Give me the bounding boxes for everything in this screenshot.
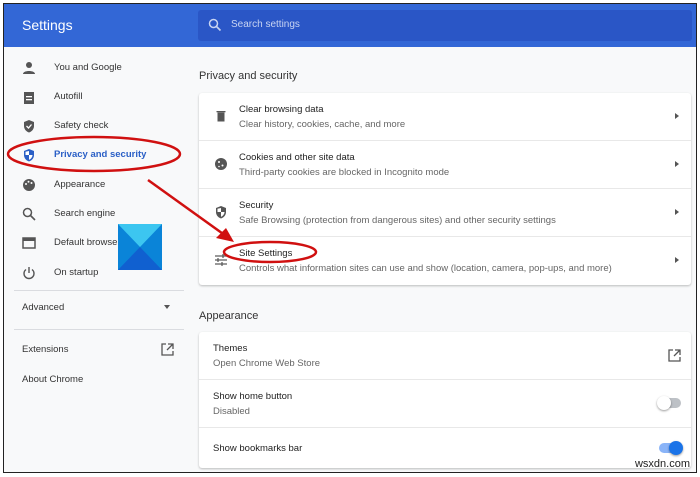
annotation-overlay	[6, 135, 318, 270]
highlight-ellipse-privacy	[6, 135, 182, 173]
settings-window: Settings Search settings You and Google …	[3, 3, 697, 473]
watermark: wsxdn.com	[634, 458, 690, 470]
highlight-ellipse-site-settings	[222, 240, 318, 264]
windows-logo	[118, 224, 162, 270]
